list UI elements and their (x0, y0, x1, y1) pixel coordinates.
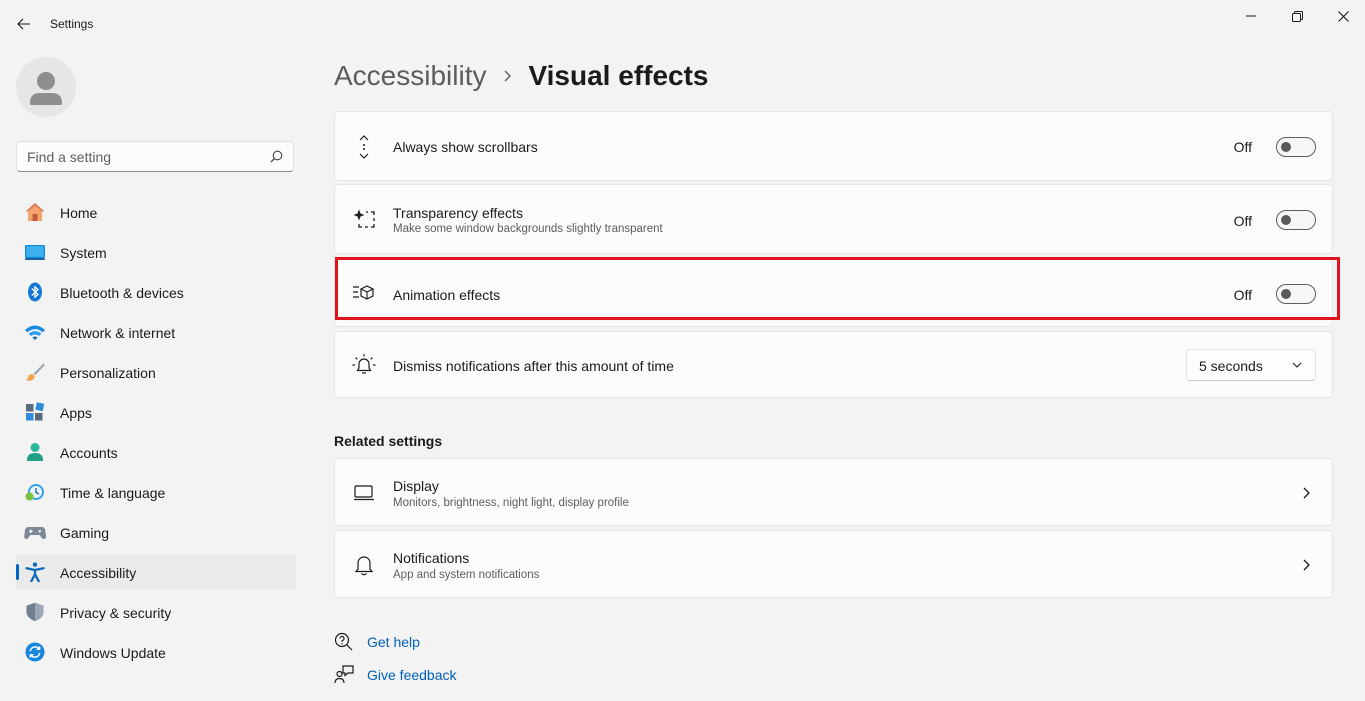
sidebar-item-privacy[interactable]: Privacy & security (16, 594, 296, 630)
transparency-toggle[interactable] (1276, 210, 1316, 230)
sidebar-nav: Home System Bluetooth & devices Network … (16, 194, 296, 674)
search-icon[interactable] (270, 150, 283, 163)
gamepad-icon (24, 522, 46, 542)
home-icon (24, 202, 46, 222)
animation-icon (352, 280, 376, 304)
scrollbar-icon (352, 135, 376, 159)
feedback-icon (334, 665, 354, 685)
setting-title: Notifications (393, 550, 470, 566)
accessibility-icon (24, 562, 46, 582)
close-icon (1337, 10, 1349, 22)
sidebar-item-label: Gaming (60, 525, 110, 541)
brush-icon (24, 362, 46, 382)
sidebar-item-time-language[interactable]: Time & language (16, 474, 296, 510)
toggle-knob (1281, 289, 1291, 299)
minimize-button[interactable] (1228, 4, 1274, 28)
account-icon (24, 442, 46, 462)
sidebar-item-label: Personalization (60, 365, 156, 381)
sidebar-item-apps[interactable]: Apps (16, 394, 296, 430)
sidebar-item-accounts[interactable]: Accounts (16, 434, 296, 470)
setting-title: Always show scrollbars (393, 139, 538, 155)
notification-timeout-dropdown[interactable]: 5 seconds (1186, 349, 1316, 381)
sidebar-item-label: System (60, 245, 107, 261)
maximize-icon (1291, 10, 1303, 22)
sidebar-item-gaming[interactable]: Gaming (16, 514, 296, 550)
scrollbars-toggle[interactable] (1276, 137, 1316, 157)
related-card-display[interactable]: Display Monitors, brightness, night ligh… (334, 458, 1333, 526)
avatar[interactable] (16, 57, 76, 117)
sidebar-item-personalization[interactable]: Personalization (16, 354, 296, 390)
toggle-knob (1281, 142, 1291, 152)
setting-description: Make some window backgrounds slightly tr… (393, 223, 663, 235)
dropdown-value: 5 seconds (1199, 358, 1263, 374)
sidebar-item-accessibility[interactable]: Accessibility (16, 554, 296, 590)
sidebar-item-label: Apps (60, 405, 92, 421)
sidebar-item-bluetooth[interactable]: Bluetooth & devices (16, 274, 296, 310)
page-title: Visual effects (528, 60, 709, 91)
system-icon (24, 242, 46, 262)
setting-card-animation: Animation effects Off (334, 258, 1333, 327)
sidebar-item-windows-update[interactable]: Windows Update (16, 634, 296, 670)
chevron-down-icon (1292, 362, 1302, 368)
setting-description: App and system notifications (393, 569, 540, 581)
sidebar-item-label: Windows Update (60, 645, 166, 661)
breadcrumb-parent-link[interactable]: Accessibility (334, 60, 486, 92)
give-feedback-link[interactable]: Give feedback (334, 665, 457, 685)
setting-title: Animation effects (393, 287, 501, 303)
sidebar-item-label: Bluetooth & devices (60, 285, 184, 301)
sidebar-item-label: Time & language (60, 485, 166, 501)
toggle-state-label: Off (1233, 287, 1252, 303)
animation-toggle[interactable] (1276, 284, 1316, 304)
chevron-right-icon (502, 69, 512, 83)
wifi-icon (24, 322, 46, 342)
give-feedback-label[interactable]: Give feedback (367, 667, 457, 683)
sidebar-item-system[interactable]: System (16, 234, 296, 270)
close-button[interactable] (1320, 4, 1365, 28)
related-card-notifications[interactable]: Notifications App and system notificatio… (334, 530, 1333, 598)
sidebar-item-label: Network & internet (60, 325, 176, 341)
setting-card-scrollbars: Always show scrollbars Off (334, 111, 1333, 181)
maximize-button[interactable] (1274, 4, 1320, 28)
search-input[interactable] (27, 149, 257, 165)
toggle-state-label: Off (1233, 213, 1252, 229)
chevron-right-icon (1298, 485, 1314, 501)
get-help-link[interactable]: Get help (334, 632, 420, 652)
setting-title: Dismiss notifications after this amount … (393, 358, 674, 374)
sidebar-item-label: Accessibility (60, 565, 137, 581)
chevron-right-icon (1298, 557, 1314, 573)
sidebar-item-network[interactable]: Network & internet (16, 314, 296, 350)
setting-title: Transparency effects (393, 205, 523, 221)
toggle-knob (1281, 215, 1291, 225)
sidebar-item-label: Accounts (60, 445, 118, 461)
user-icon (30, 72, 62, 105)
related-settings-heading: Related settings (334, 433, 443, 449)
setting-description: Monitors, brightness, night light, displ… (393, 497, 629, 509)
bluetooth-icon (24, 282, 46, 302)
help-icon (334, 632, 354, 652)
back-arrow-icon (17, 18, 30, 30)
display-icon (352, 481, 376, 505)
back-button[interactable] (12, 12, 36, 36)
get-help-label[interactable]: Get help (367, 634, 420, 650)
setting-title: Display (393, 478, 439, 494)
update-icon (24, 642, 46, 662)
sidebar-item-label: Home (60, 205, 98, 221)
sidebar-item-label: Privacy & security (60, 605, 172, 621)
apps-icon (24, 402, 46, 422)
minimize-icon (1246, 15, 1256, 17)
notification-timer-icon (352, 353, 376, 377)
title-bar: Settings (0, 0, 1365, 48)
setting-card-notification-timeout: Dismiss notifications after this amount … (334, 331, 1333, 398)
transparency-icon (352, 207, 376, 231)
bell-icon (352, 553, 376, 577)
sidebar-item-home[interactable]: Home (16, 194, 296, 230)
clock-globe-icon (24, 482, 46, 502)
search-box[interactable] (16, 141, 294, 172)
breadcrumb: Accessibility Visual effects (334, 58, 709, 94)
toggle-state-label: Off (1233, 139, 1252, 155)
setting-card-transparency: Transparency effects Make some window ba… (334, 184, 1333, 254)
shield-icon (24, 602, 46, 622)
app-title: Settings (50, 17, 94, 31)
